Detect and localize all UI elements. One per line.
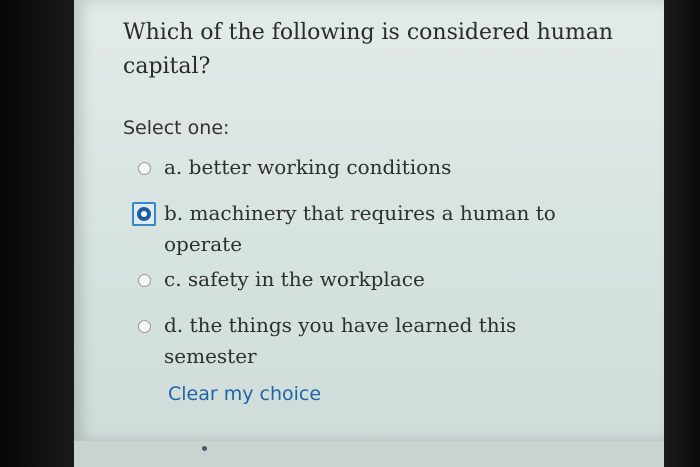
option-b-letter: b. <box>164 201 184 225</box>
radio-icon[interactable] <box>138 162 151 175</box>
radio-icon[interactable] <box>138 274 151 287</box>
screen-bottom-strip <box>74 441 664 467</box>
option-b-label: b. machinery that requires a human to op… <box>164 198 604 260</box>
question-text: Which of the following is considered hum… <box>123 20 614 79</box>
option-b-text: machinery that requires a human to opera… <box>164 201 556 256</box>
option-c[interactable]: c. safety in the workplace <box>132 264 602 296</box>
option-a-letter: a. <box>164 155 183 179</box>
screen-area: Which of the following is considered hum… <box>74 0 664 441</box>
option-d-letter: d. <box>164 313 184 337</box>
device-bezel-right <box>664 0 700 467</box>
option-a[interactable]: a. better working conditions <box>132 152 602 184</box>
bottom-dot-mark <box>202 446 207 451</box>
option-a-label: a. better working conditions <box>164 152 604 183</box>
option-a-text: better working conditions <box>188 155 452 179</box>
radio-dot-icon <box>137 207 151 221</box>
option-c-text: safety in the workplace <box>187 267 425 291</box>
radio-icon[interactable] <box>138 320 151 333</box>
option-d[interactable]: d. the things you have learned this seme… <box>132 310 602 372</box>
option-d-text: the things you have learned this semeste… <box>164 313 517 368</box>
option-d-label: d. the things you have learned this seme… <box>164 310 604 372</box>
device-bezel-left <box>0 0 74 467</box>
clear-choice-link[interactable]: Clear my choice <box>168 383 321 405</box>
selected-radio-icon[interactable] <box>132 202 156 226</box>
select-one-prompt: Select one: <box>123 117 230 139</box>
question-card: Which of the following is considered hum… <box>96 0 656 441</box>
option-b[interactable]: b. machinery that requires a human to op… <box>132 198 602 260</box>
option-c-letter: c. <box>164 267 182 291</box>
option-c-label: c. safety in the workplace <box>164 264 604 295</box>
